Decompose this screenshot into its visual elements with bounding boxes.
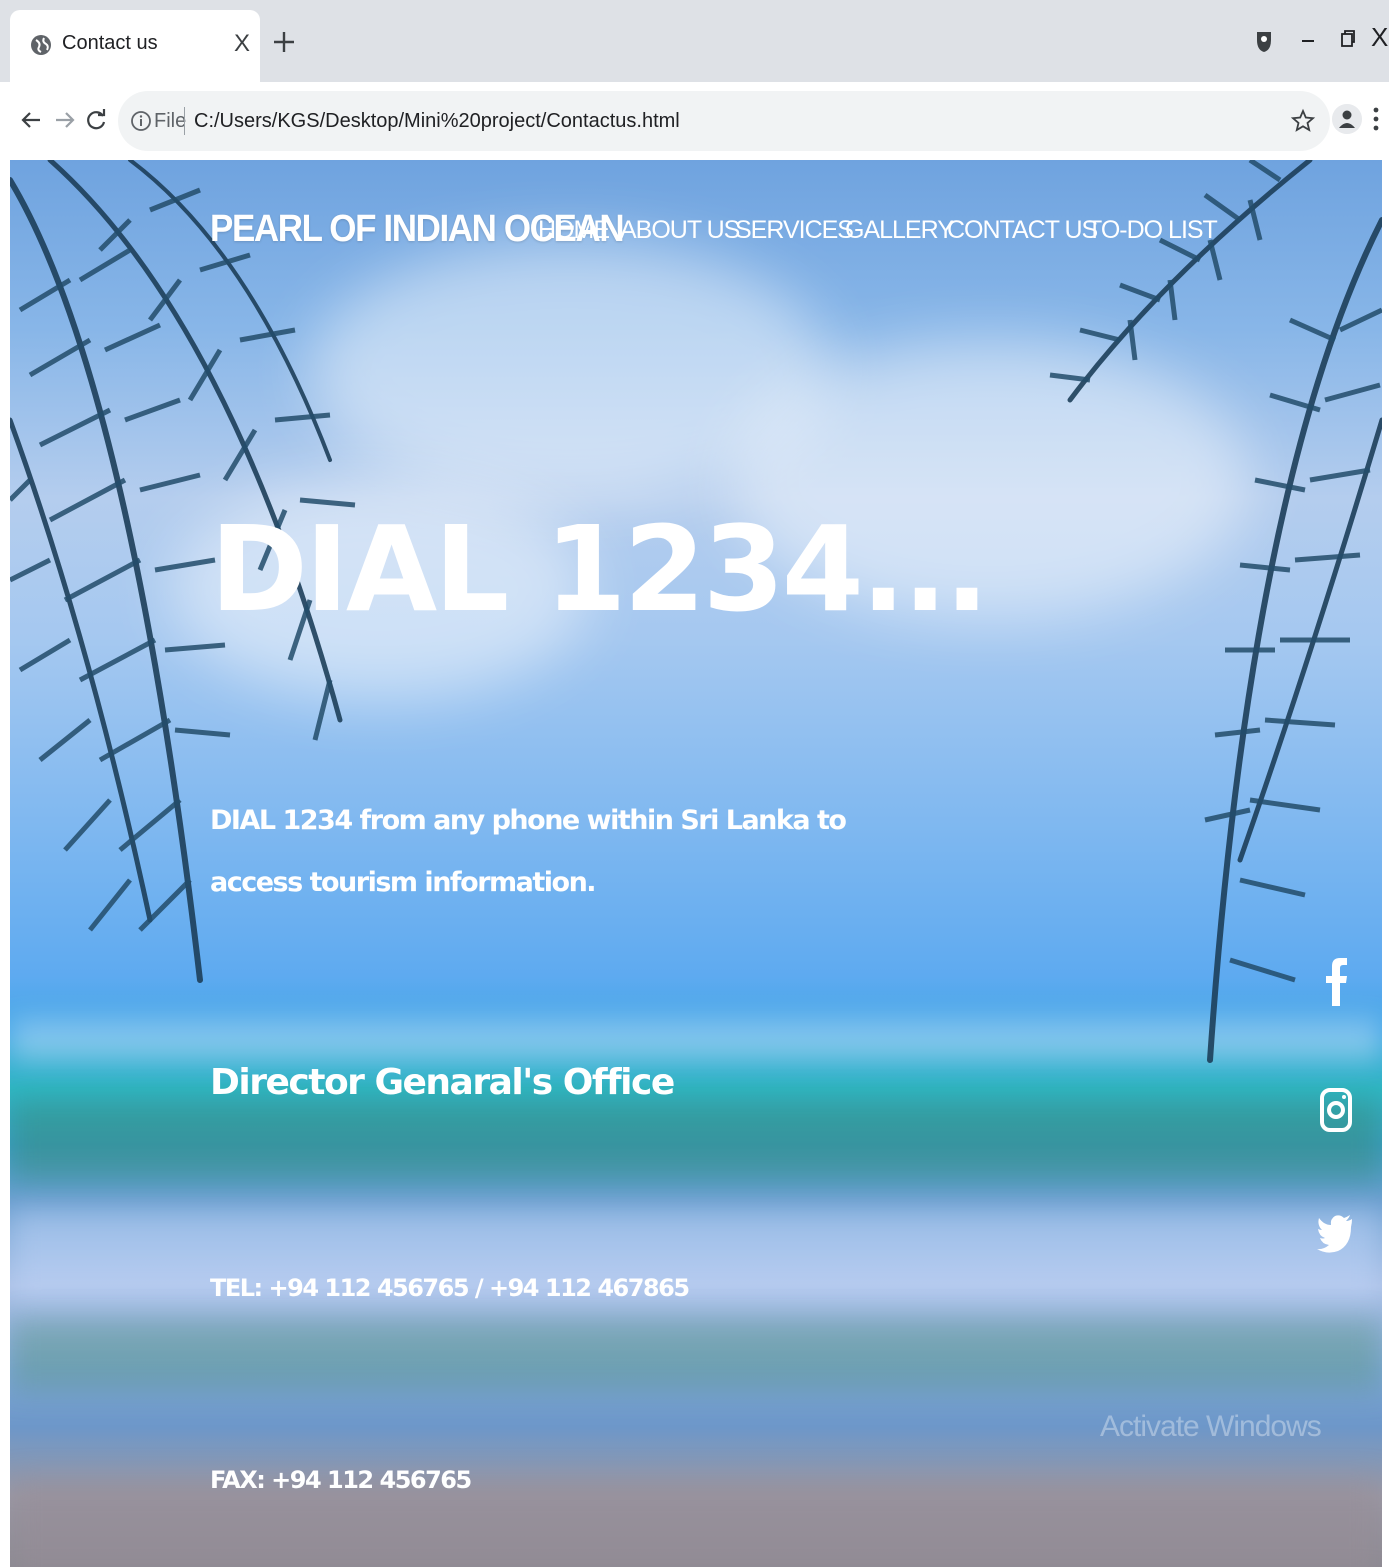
page-viewport: PEARL OF INDIAN OCEAN HOME ABOUT US SERV… (10, 160, 1382, 1567)
nav-todo-list-link[interactable]: TO-DO LIST (1087, 216, 1218, 245)
nav-home-link[interactable]: HOME (538, 216, 610, 245)
reload-icon[interactable] (82, 106, 110, 134)
hero-description: DIAL 1234 from any phone within Sri Lank… (210, 805, 847, 898)
browser-chrome: Contact us X X File C:/Users/KGS/Desktop… (0, 0, 1389, 160)
window-close-icon[interactable]: X (1371, 22, 1389, 62)
minimize-icon[interactable] (1293, 20, 1323, 60)
new-tab-icon[interactable] (270, 28, 298, 56)
bookmark-star-icon[interactable] (1290, 108, 1316, 134)
nav-about-us-link[interactable]: ABOUT US (620, 216, 740, 245)
twitter-icon[interactable] (1316, 1205, 1356, 1265)
back-arrow-icon[interactable] (18, 106, 46, 134)
forward-arrow-icon[interactable] (50, 106, 78, 134)
tab-close-icon[interactable]: X (234, 30, 250, 58)
nav-gallery-link[interactable]: GALLERY (845, 216, 954, 245)
browser-tab-active[interactable]: Contact us X (10, 10, 260, 82)
kebab-menu-icon[interactable] (1371, 104, 1381, 134)
address-separator (184, 107, 185, 135)
instagram-icon[interactable] (1316, 1080, 1356, 1140)
window-controls: X (1209, 20, 1389, 60)
browser-toolbar: File C:/Users/KGS/Desktop/Mini%20project… (0, 82, 1389, 160)
hero-title: DIAL 1234... (210, 500, 989, 638)
scheme-label: File (154, 110, 187, 132)
telephone-text: TEL: +94 112 456765 / +94 112 467865 (210, 1274, 690, 1302)
tab-title: Contact us (62, 32, 158, 54)
background-wave (10, 1320, 1382, 1390)
address-bar[interactable]: File C:/Users/KGS/Desktop/Mini%20project… (118, 91, 1330, 151)
os-activation-watermark: Activate Windows (1100, 1410, 1322, 1443)
site-navigation: PEARL OF INDIAN OCEAN HOME ABOUT US SERV… (210, 208, 1218, 256)
restore-icon[interactable] (1333, 20, 1363, 60)
nav-contact-us-link[interactable]: CONTACT US (947, 216, 1098, 245)
palm-tree-left-image (10, 160, 356, 983)
tab-strip: Contact us X X (0, 0, 1389, 82)
profile-avatar-icon[interactable] (1332, 104, 1362, 134)
nav-services-link[interactable]: SERVICES (735, 216, 854, 245)
office-title: Director Genaral's Office (210, 1062, 675, 1103)
extension-icon[interactable] (1249, 20, 1279, 60)
fax-text: FAX: +94 112 456765 (210, 1466, 472, 1494)
palm-tree-right-image (1049, 160, 1382, 1063)
info-icon[interactable] (130, 110, 152, 132)
globe-icon (31, 35, 51, 55)
address-url[interactable]: C:/Users/KGS/Desktop/Mini%20project/Cont… (194, 110, 680, 133)
facebook-icon[interactable] (1316, 950, 1356, 1010)
